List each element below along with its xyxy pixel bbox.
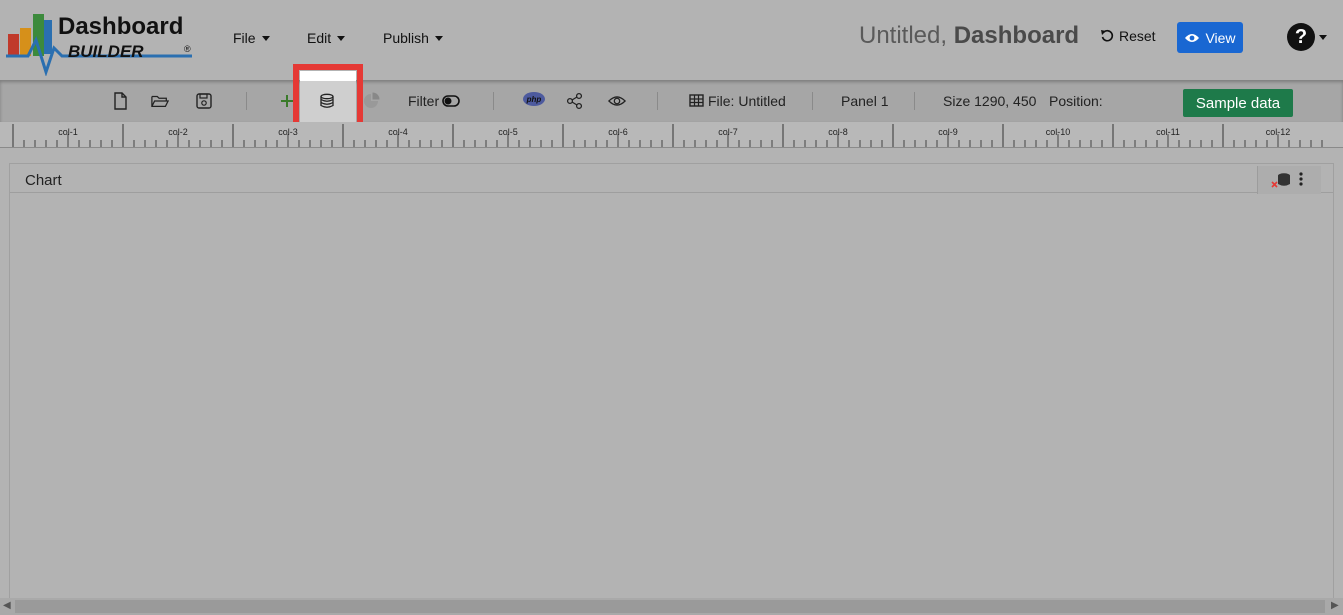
menu-file-label: File bbox=[233, 30, 256, 46]
document-title-name: Dashboard bbox=[953, 22, 1080, 49]
table-icon bbox=[689, 94, 704, 107]
panel-label: Panel 1 bbox=[841, 93, 889, 109]
ruler-column-label: col-9 bbox=[938, 127, 958, 137]
scroll-right-icon[interactable]: ▶ bbox=[1331, 600, 1339, 611]
php-icon[interactable]: php bbox=[523, 92, 545, 106]
share-icon[interactable] bbox=[566, 92, 584, 110]
php-label: php bbox=[526, 94, 542, 104]
logo-registered-mark: ® bbox=[184, 44, 191, 54]
help-icon: ? bbox=[1287, 23, 1315, 51]
ruler-column-label: col-1 bbox=[58, 127, 78, 137]
menu-edit-label: Edit bbox=[307, 30, 332, 46]
preview-eye-icon[interactable] bbox=[608, 92, 626, 110]
file-name-label: File: Untitled bbox=[708, 93, 786, 109]
menu-publish[interactable]: Publish bbox=[383, 30, 443, 46]
save-icon[interactable] bbox=[195, 92, 213, 110]
reset-label: Reset bbox=[1119, 28, 1156, 44]
document-title: Untitled, Dashboard bbox=[859, 22, 1079, 50]
panel-header: Chart bbox=[10, 164, 1333, 194]
open-folder-icon[interactable] bbox=[151, 92, 169, 110]
chevron-down-icon bbox=[337, 35, 346, 41]
highlight-box bbox=[293, 64, 363, 130]
reset-button[interactable]: Reset bbox=[1100, 28, 1156, 44]
toolbar-divider bbox=[493, 92, 494, 110]
more-vertical-icon[interactable] bbox=[1298, 171, 1304, 187]
menu-publish-label: Publish bbox=[383, 30, 429, 46]
view-label: View bbox=[1205, 29, 1236, 46]
toolbar-divider bbox=[914, 92, 915, 110]
new-file-icon[interactable] bbox=[111, 92, 129, 110]
ruler-column-label: col-11 bbox=[1156, 127, 1180, 137]
app-header: Dashboard BUILDER ® File Edit Publish Un… bbox=[0, 0, 1343, 80]
column-ruler: col-1 col-2 col-3 col-4 col-5 col-6 col-7 col-8… bbox=[0, 122, 1343, 148]
remove-datasource-icon[interactable] bbox=[1270, 172, 1292, 190]
ruler-column-label: col-3 bbox=[278, 127, 298, 137]
ruler-column-label: col-10 bbox=[1046, 127, 1071, 137]
view-button[interactable]: View bbox=[1177, 22, 1243, 53]
logo-word-builder: BUILDER bbox=[68, 42, 144, 61]
sample-data-button[interactable]: Sample data bbox=[1183, 89, 1293, 117]
scrollbar-thumb[interactable] bbox=[15, 600, 1325, 613]
document-title-prefix: Untitled, bbox=[859, 22, 948, 49]
toolbar-divider bbox=[246, 92, 247, 110]
toolbar: Filter php File: Untitled Panel 1 Size 1… bbox=[0, 80, 1343, 122]
panel-toolbar bbox=[1257, 166, 1321, 194]
menu-file[interactable]: File bbox=[233, 30, 270, 46]
ruler-column-label: col-2 bbox=[168, 127, 188, 137]
undo-icon bbox=[1101, 29, 1114, 42]
ruler-column-label: col-5 bbox=[498, 127, 518, 137]
chart-panel[interactable]: Chart bbox=[9, 163, 1334, 615]
toolbar-divider bbox=[657, 92, 658, 110]
size-label: Size 1290, 450 bbox=[943, 93, 1037, 109]
chevron-down-icon bbox=[434, 35, 443, 41]
scroll-left-icon[interactable]: ◀ bbox=[3, 600, 11, 611]
ruler-column-label: col-6 bbox=[608, 127, 628, 137]
ruler-column-label: col-8 bbox=[828, 127, 848, 137]
menu-edit[interactable]: Edit bbox=[307, 30, 346, 46]
chevron-down-icon bbox=[261, 35, 270, 41]
position-label: Position: bbox=[1049, 93, 1103, 109]
help-button[interactable]: ? bbox=[1287, 23, 1327, 51]
filter-toggle-icon[interactable] bbox=[442, 92, 460, 110]
eye-icon bbox=[1185, 33, 1200, 42]
dashboard-builder-logo[interactable]: Dashboard BUILDER ® bbox=[6, 10, 196, 77]
pie-chart-icon[interactable] bbox=[362, 92, 380, 110]
chevron-down-icon bbox=[1319, 34, 1327, 40]
filter-label[interactable]: Filter bbox=[408, 93, 439, 109]
logo-word-dashboard: Dashboard bbox=[58, 13, 183, 40]
toolbar-divider bbox=[812, 92, 813, 110]
horizontal-scrollbar[interactable]: ◀ ▶ bbox=[0, 598, 1343, 615]
ruler-column-label: col-12 bbox=[1266, 127, 1291, 137]
ruler-column-label: col-7 bbox=[718, 127, 738, 137]
panel-title: Chart bbox=[25, 172, 62, 189]
ruler-column-label: col-4 bbox=[388, 127, 408, 137]
